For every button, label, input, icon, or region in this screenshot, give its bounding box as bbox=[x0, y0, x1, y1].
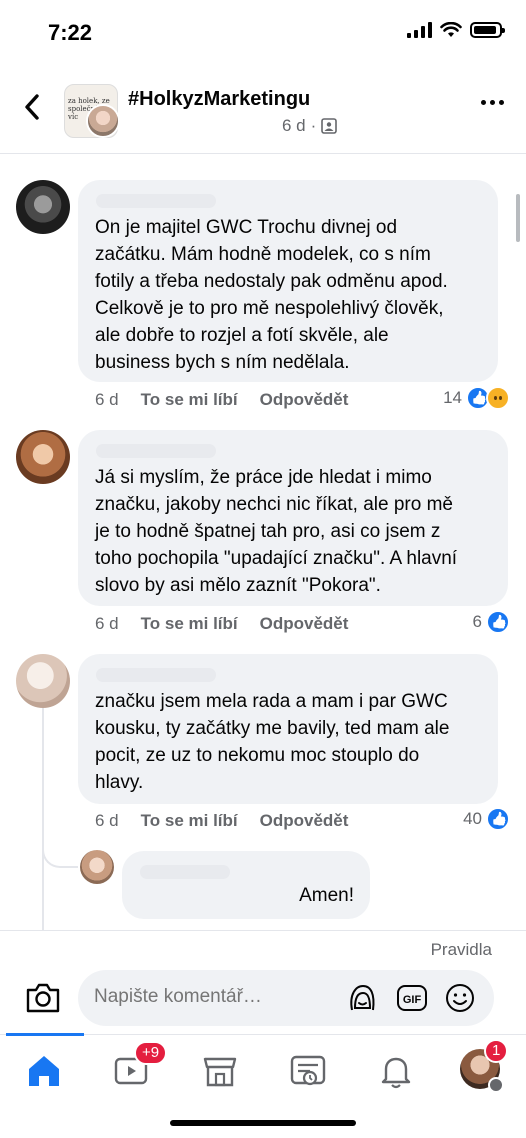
post-header: za holek, ze společně me víc #HolkyzMark… bbox=[0, 72, 526, 154]
news-feed-icon[interactable] bbox=[288, 1051, 328, 1091]
reaction-summary[interactable]: 14 bbox=[443, 386, 510, 410]
comment-input[interactable] bbox=[94, 986, 334, 1008]
status-bar: 7:22 bbox=[0, 0, 526, 66]
comment-bubble[interactable]: značku jsem mela rada a mam i par GWC kou… bbox=[78, 654, 498, 804]
sad-reaction-icon bbox=[486, 386, 510, 410]
battery-icon bbox=[470, 22, 505, 38]
poster-avatar[interactable] bbox=[86, 104, 120, 138]
status-time: 7:22 bbox=[48, 20, 93, 45]
comment-time: 6 d bbox=[95, 614, 119, 633]
comment-bubble[interactable]: Já si myslím, že práce jde hledat i mimo… bbox=[78, 430, 508, 606]
emoji-icon[interactable] bbox=[444, 982, 476, 1014]
comment-actions: 6 d To se mi líbí Odpovědět bbox=[95, 614, 348, 634]
reaction-summary[interactable]: 40 bbox=[463, 807, 510, 831]
comment-time: 6 d bbox=[95, 390, 119, 409]
home-icon[interactable] bbox=[24, 1051, 64, 1091]
comment-composer[interactable]: GIF bbox=[78, 970, 494, 1026]
replier-avatar[interactable] bbox=[80, 850, 114, 884]
reply-button[interactable]: Odpovědět bbox=[260, 390, 349, 410]
commenter-avatar[interactable] bbox=[16, 430, 70, 484]
cellular-signal-icon bbox=[407, 22, 432, 38]
battery-level bbox=[474, 26, 496, 34]
comment-bubble[interactable]: On je majitel GWC Trochu divnej od začátk… bbox=[78, 180, 498, 382]
meta-separator: · bbox=[310, 116, 317, 135]
like-reaction-icon bbox=[486, 610, 510, 634]
active-tab-indicator bbox=[6, 1033, 84, 1036]
menu-icon bbox=[488, 1077, 504, 1093]
post-age: 6 d bbox=[282, 116, 306, 135]
comment-actions: 6 d To se mi líbí Odpovědět bbox=[95, 811, 348, 831]
home-indicator bbox=[170, 1120, 356, 1126]
like-button[interactable]: To se mi líbí bbox=[141, 614, 238, 634]
like-button[interactable]: To se mi líbí bbox=[141, 390, 238, 410]
commenter-avatar[interactable] bbox=[16, 180, 70, 234]
comment-text: značku jsem mela rada a mam i par GWC kou… bbox=[95, 691, 450, 793]
notifications-bell-icon[interactable] bbox=[376, 1051, 416, 1091]
like-reaction-icon bbox=[486, 807, 510, 831]
commenter-name-redacted[interactable] bbox=[96, 444, 216, 458]
more-options-icon[interactable] bbox=[481, 100, 504, 105]
status-icons bbox=[407, 22, 505, 38]
comment-text: Já si myslím, že práce jde hledat i mimo… bbox=[95, 467, 458, 596]
like-button[interactable]: To se mi líbí bbox=[141, 811, 238, 831]
commenter-name-redacted[interactable] bbox=[96, 668, 216, 682]
reply-bubble[interactable]: Amen! bbox=[122, 851, 370, 919]
reply-thread-line bbox=[42, 708, 44, 930]
rules-link[interactable]: Pravidla bbox=[431, 940, 492, 960]
reply-button[interactable]: Odpovědět bbox=[260, 614, 349, 634]
replier-name-redacted[interactable] bbox=[140, 865, 230, 879]
reply-button[interactable]: Odpovědět bbox=[260, 811, 349, 831]
tab-video[interactable]: +9 bbox=[112, 1041, 168, 1091]
reaction-count: 6 bbox=[472, 612, 482, 631]
comment-time: 6 d bbox=[95, 811, 119, 830]
group-name[interactable]: #HolkyzMarketingu bbox=[128, 88, 310, 111]
post-meta: 6 d · bbox=[282, 116, 338, 136]
avatar-sticker-icon[interactable] bbox=[346, 982, 378, 1014]
comment-text: On je majitel GWC Trochu divnej od začátk… bbox=[95, 217, 448, 373]
marketplace-icon[interactable] bbox=[200, 1051, 240, 1091]
wifi-icon bbox=[440, 22, 462, 37]
tab-profile-menu[interactable]: 1 bbox=[460, 1039, 509, 1093]
privacy-group-icon bbox=[321, 118, 338, 134]
gif-icon[interactable]: GIF bbox=[396, 982, 428, 1014]
comments-list[interactable]: On je majitel GWC Trochu divnej od začátk… bbox=[0, 154, 526, 930]
back-arrow-icon[interactable] bbox=[18, 92, 48, 122]
reaction-count: 40 bbox=[463, 809, 482, 828]
commenter-avatar[interactable] bbox=[16, 654, 70, 708]
reaction-summary[interactable]: 6 bbox=[473, 610, 510, 634]
video-badge: +9 bbox=[134, 1041, 168, 1065]
comment-actions: 6 d To se mi líbí Odpovědět bbox=[95, 390, 348, 410]
camera-icon[interactable] bbox=[24, 980, 62, 1016]
svg-text:GIF: GIF bbox=[403, 994, 422, 1006]
commenter-name-redacted[interactable] bbox=[96, 194, 216, 208]
reply-text: Amen! bbox=[299, 885, 354, 906]
scrollbar[interactable] bbox=[516, 194, 520, 242]
reaction-count: 14 bbox=[443, 388, 462, 407]
profile-badge: 1 bbox=[484, 1039, 509, 1063]
reply-connector bbox=[42, 848, 78, 868]
composer-divider bbox=[0, 930, 526, 931]
